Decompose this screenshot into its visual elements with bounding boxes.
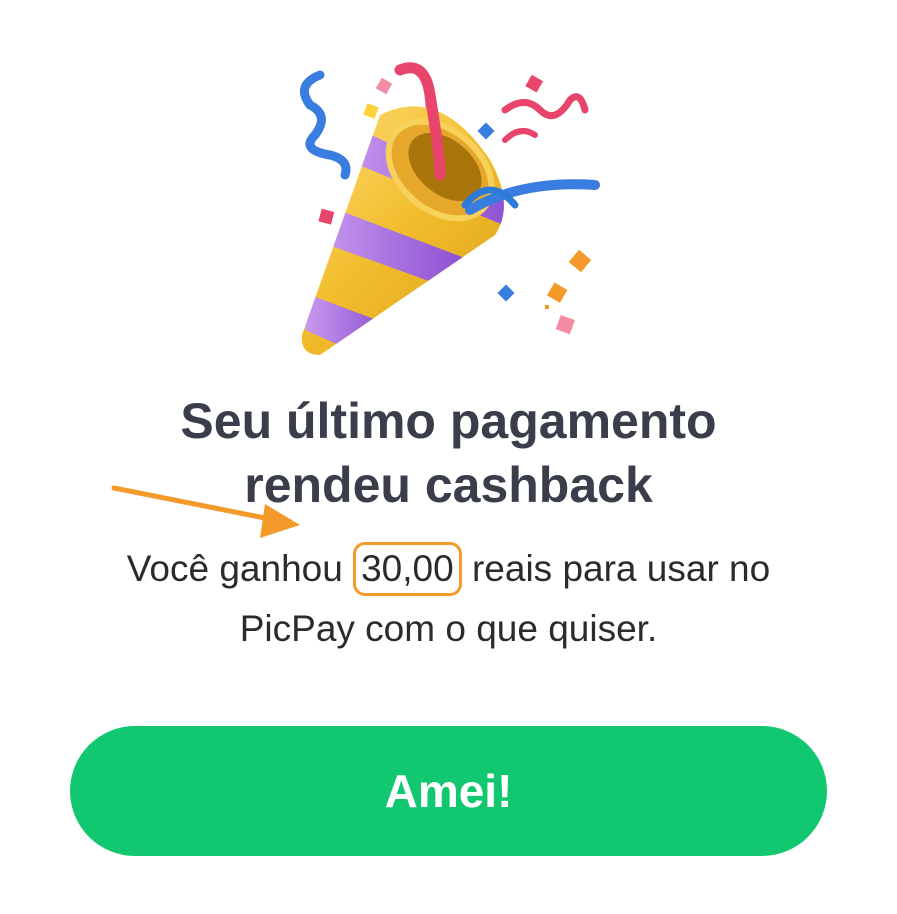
cashback-message-line-1: Você ganhou 30,00 reais para usar no <box>0 542 897 596</box>
cashback-amount: 30,00 <box>353 542 462 596</box>
amei-button[interactable]: Amei! <box>70 726 827 856</box>
title-line-1: Seu último pagamento <box>180 393 717 449</box>
message-suffix: reais para usar no <box>461 548 771 589</box>
cashback-dialog: Seu último pagamento rendeu cashback Voc… <box>0 0 897 914</box>
cashback-message-line-2: PicPay com o que quiser. <box>239 608 658 649</box>
party-popper-icon <box>299 62 600 355</box>
message-prefix: Você ganhou <box>126 548 354 589</box>
arrow-icon <box>111 485 300 538</box>
